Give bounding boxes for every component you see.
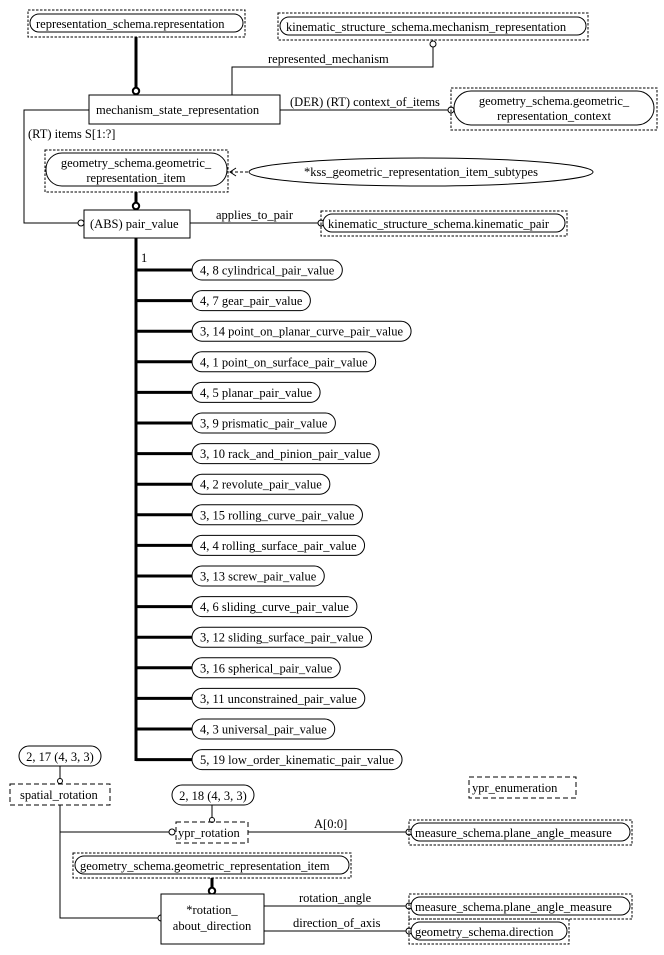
ref-ypr-rotation[interactable]: 2, 18 (4, 3, 3)	[171, 784, 255, 806]
represented-mechanism-label: represented_mechanism	[268, 52, 389, 66]
entity-plane-angle-measure-1[interactable]: measure_schema.plane_angle_measure	[408, 819, 633, 846]
entity-kinematic-pair-label: kinematic_structure_schema.kinematic_pai…	[328, 217, 550, 231]
subtype-label: 4, 8 cylindrical_pair_value	[200, 264, 335, 278]
entity-pair-value[interactable]: (ABS) pair_value	[83, 209, 191, 239]
entity-geometric-representation-item-2[interactable]: geometry_schema.geometric_representation…	[72, 852, 352, 879]
subtype-label: 3, 9 prismatic_pair_value	[200, 417, 328, 431]
supertype-circle	[131, 201, 141, 211]
ypr-rotation-ref-label: 2, 18 (4, 3, 3)	[179, 789, 247, 803]
subtype-item[interactable]: 4, 1 point_on_surface_pair_value	[136, 351, 377, 373]
subtype-item[interactable]: 4, 7 gear_pair_value	[136, 290, 311, 312]
subtype-item[interactable]: 4, 6 sliding_curve_pair_value	[136, 596, 358, 618]
subtype-item[interactable]: 4, 3 universal_pair_value	[136, 718, 336, 740]
entity-mechanism-representation[interactable]: kinematic_structure_schema.mechanism_rep…	[277, 12, 589, 41]
subtype-label: 4, 4 rolling_surface_pair_value	[200, 539, 357, 553]
subtype-item[interactable]: 4, 4 rolling_surface_pair_value	[136, 534, 366, 556]
items-label: (RT) items S[1:?]	[28, 127, 115, 141]
geometric-representation-context-line1: geometry_schema.geometric_	[479, 94, 630, 108]
entity-geometric-representation-context[interactable]: geometry_schema.geometric_ representatio…	[450, 87, 658, 131]
subtype-item[interactable]: 3, 15 rolling_curve_pair_value	[136, 504, 363, 526]
entity-direction[interactable]: geometry_schema.direction	[408, 918, 570, 945]
rotation-angle-label: rotation_angle	[299, 891, 372, 905]
rotation-about-direction-line1: *rotation_	[186, 903, 238, 917]
subtype-item[interactable]: 3, 14 point_on_planar_curve_pair_value	[136, 320, 412, 342]
subtype-label: 3, 16 spherical_pair_value	[200, 661, 333, 675]
subtype-label: 4, 7 gear_pair_value	[200, 294, 303, 308]
relation-end-circle	[429, 40, 437, 48]
geometric-representation-item-line1: geometry_schema.geometric_	[61, 156, 212, 170]
subtype-label: 4, 2 revolute_pair_value	[200, 478, 322, 492]
subtype-list: 4, 8 cylindrical_pair_value 4, 7 gear_pai…	[136, 259, 412, 771]
rotation-about-direction-line2: about_direction	[173, 919, 252, 933]
geometric-representation-item-full-label: geometry_schema.geometric_representation…	[80, 859, 330, 873]
ypr-enumeration-label: ypr_enumeration	[472, 781, 558, 795]
ypr-rotation-label: ypr_rotation	[178, 826, 241, 840]
subtype-label: 4, 3 universal_pair_value	[200, 723, 327, 737]
entity-pair-value-label: (ABS) pair_value	[90, 217, 179, 231]
subtype-item[interactable]: 3, 13 screw_pair_value	[136, 565, 325, 587]
subtype-label: 3, 15 rolling_curve_pair_value	[200, 508, 355, 522]
kss-subtypes-label: *kss_geometric_representation_item_subty…	[304, 165, 538, 179]
ypr-aggregate-label: A[0:0]	[314, 817, 347, 831]
entity-representation-label: representation_schema.representation	[36, 17, 225, 31]
subtype-label: 4, 5 planar_pair_value	[200, 386, 313, 400]
select-kss-subtypes[interactable]: *kss_geometric_representation_item_subty…	[248, 157, 594, 187]
subtype-label: 5, 19 low_order_kinematic_pair_value	[200, 753, 394, 767]
subtype-item[interactable]: 5, 19 low_order_kinematic_pair_value	[136, 749, 403, 771]
subtype-label: 3, 14 point_on_planar_curve_pair_value	[200, 325, 404, 339]
subtype-label: 4, 6 sliding_curve_pair_value	[200, 600, 349, 614]
subtype-cardinality-label: 1	[141, 251, 147, 265]
subtype-label: 3, 11 unconstrained_pair_value	[200, 692, 357, 706]
relation-end-circle	[168, 828, 176, 836]
type-spatial-rotation[interactable]: spatial_rotation	[9, 783, 111, 806]
subtype-item[interactable]: 3, 16 spherical_pair_value	[136, 657, 341, 679]
type-ypr-enumeration[interactable]: ypr_enumeration	[468, 776, 577, 799]
subtype-item[interactable]: 4, 8 cylindrical_pair_value	[136, 259, 343, 281]
entity-rotation-about-direction[interactable]: *rotation_ about_direction	[160, 893, 265, 945]
direction-of-axis-label: direction_of_axis	[293, 916, 381, 930]
subtype-item[interactable]: 4, 2 revolute_pair_value	[136, 473, 331, 495]
entity-geometric-representation-item[interactable]: geometry_schema.geometric_ representatio…	[44, 149, 229, 193]
subtype-item[interactable]: 3, 9 prismatic_pair_value	[136, 412, 336, 434]
spatial-rotation-label: spatial_rotation	[20, 788, 99, 802]
express-g-diagram: representation_schema.representation kin…	[9, 9, 658, 945]
plane-angle-measure-1-label: measure_schema.plane_angle_measure	[415, 826, 612, 840]
relation-end-circle	[77, 219, 85, 227]
applies-to-pair-label: applies_to_pair	[216, 208, 294, 222]
subtype-label: 3, 10 rack_and_pinion_pair_value	[200, 447, 372, 461]
subtype-item[interactable]: 3, 11 unconstrained_pair_value	[136, 687, 366, 709]
entity-mechanism-state-representation-label: mechanism_state_representation	[96, 103, 260, 117]
subtype-item[interactable]: 3, 10 rack_and_pinion_pair_value	[136, 443, 380, 465]
entity-plane-angle-measure-2[interactable]: measure_schema.plane_angle_measure	[408, 893, 633, 920]
type-ypr-rotation[interactable]: ypr_rotation	[175, 821, 249, 844]
ref-spatial-rotation[interactable]: 2, 17 (4, 3, 3)	[18, 745, 102, 767]
direction-label: geometry_schema.direction	[415, 925, 554, 939]
supertype-circle	[207, 886, 217, 896]
plane-angle-measure-2-label: measure_schema.plane_angle_measure	[415, 900, 612, 914]
ref-circle	[57, 778, 63, 784]
subtype-label: 3, 13 screw_pair_value	[200, 570, 317, 584]
entity-mechanism-state-representation[interactable]: mechanism_state_representation	[88, 94, 281, 125]
geometric-representation-item-line2: representation_item	[86, 171, 186, 185]
context-of-items-label: (DER) (RT) context_of_items	[290, 95, 440, 109]
subtype-label: 4, 1 point_on_surface_pair_value	[200, 355, 368, 369]
entity-representation[interactable]: representation_schema.representation	[27, 9, 246, 38]
subtype-label: 3, 12 sliding_surface_pair_value	[200, 631, 364, 645]
entity-mechanism-representation-label: kinematic_structure_schema.mechanism_rep…	[286, 20, 567, 34]
subtype-item[interactable]: 3, 12 sliding_surface_pair_value	[136, 626, 372, 648]
supertype-circle	[131, 86, 141, 96]
entity-kinematic-pair[interactable]: kinematic_structure_schema.kinematic_pai…	[320, 210, 568, 237]
subtype-item[interactable]: 4, 5 planar_pair_value	[136, 381, 321, 403]
spatial-rotation-ref-label: 2, 17 (4, 3, 3)	[26, 750, 94, 764]
geometric-representation-context-line2: representation_context	[497, 109, 611, 123]
